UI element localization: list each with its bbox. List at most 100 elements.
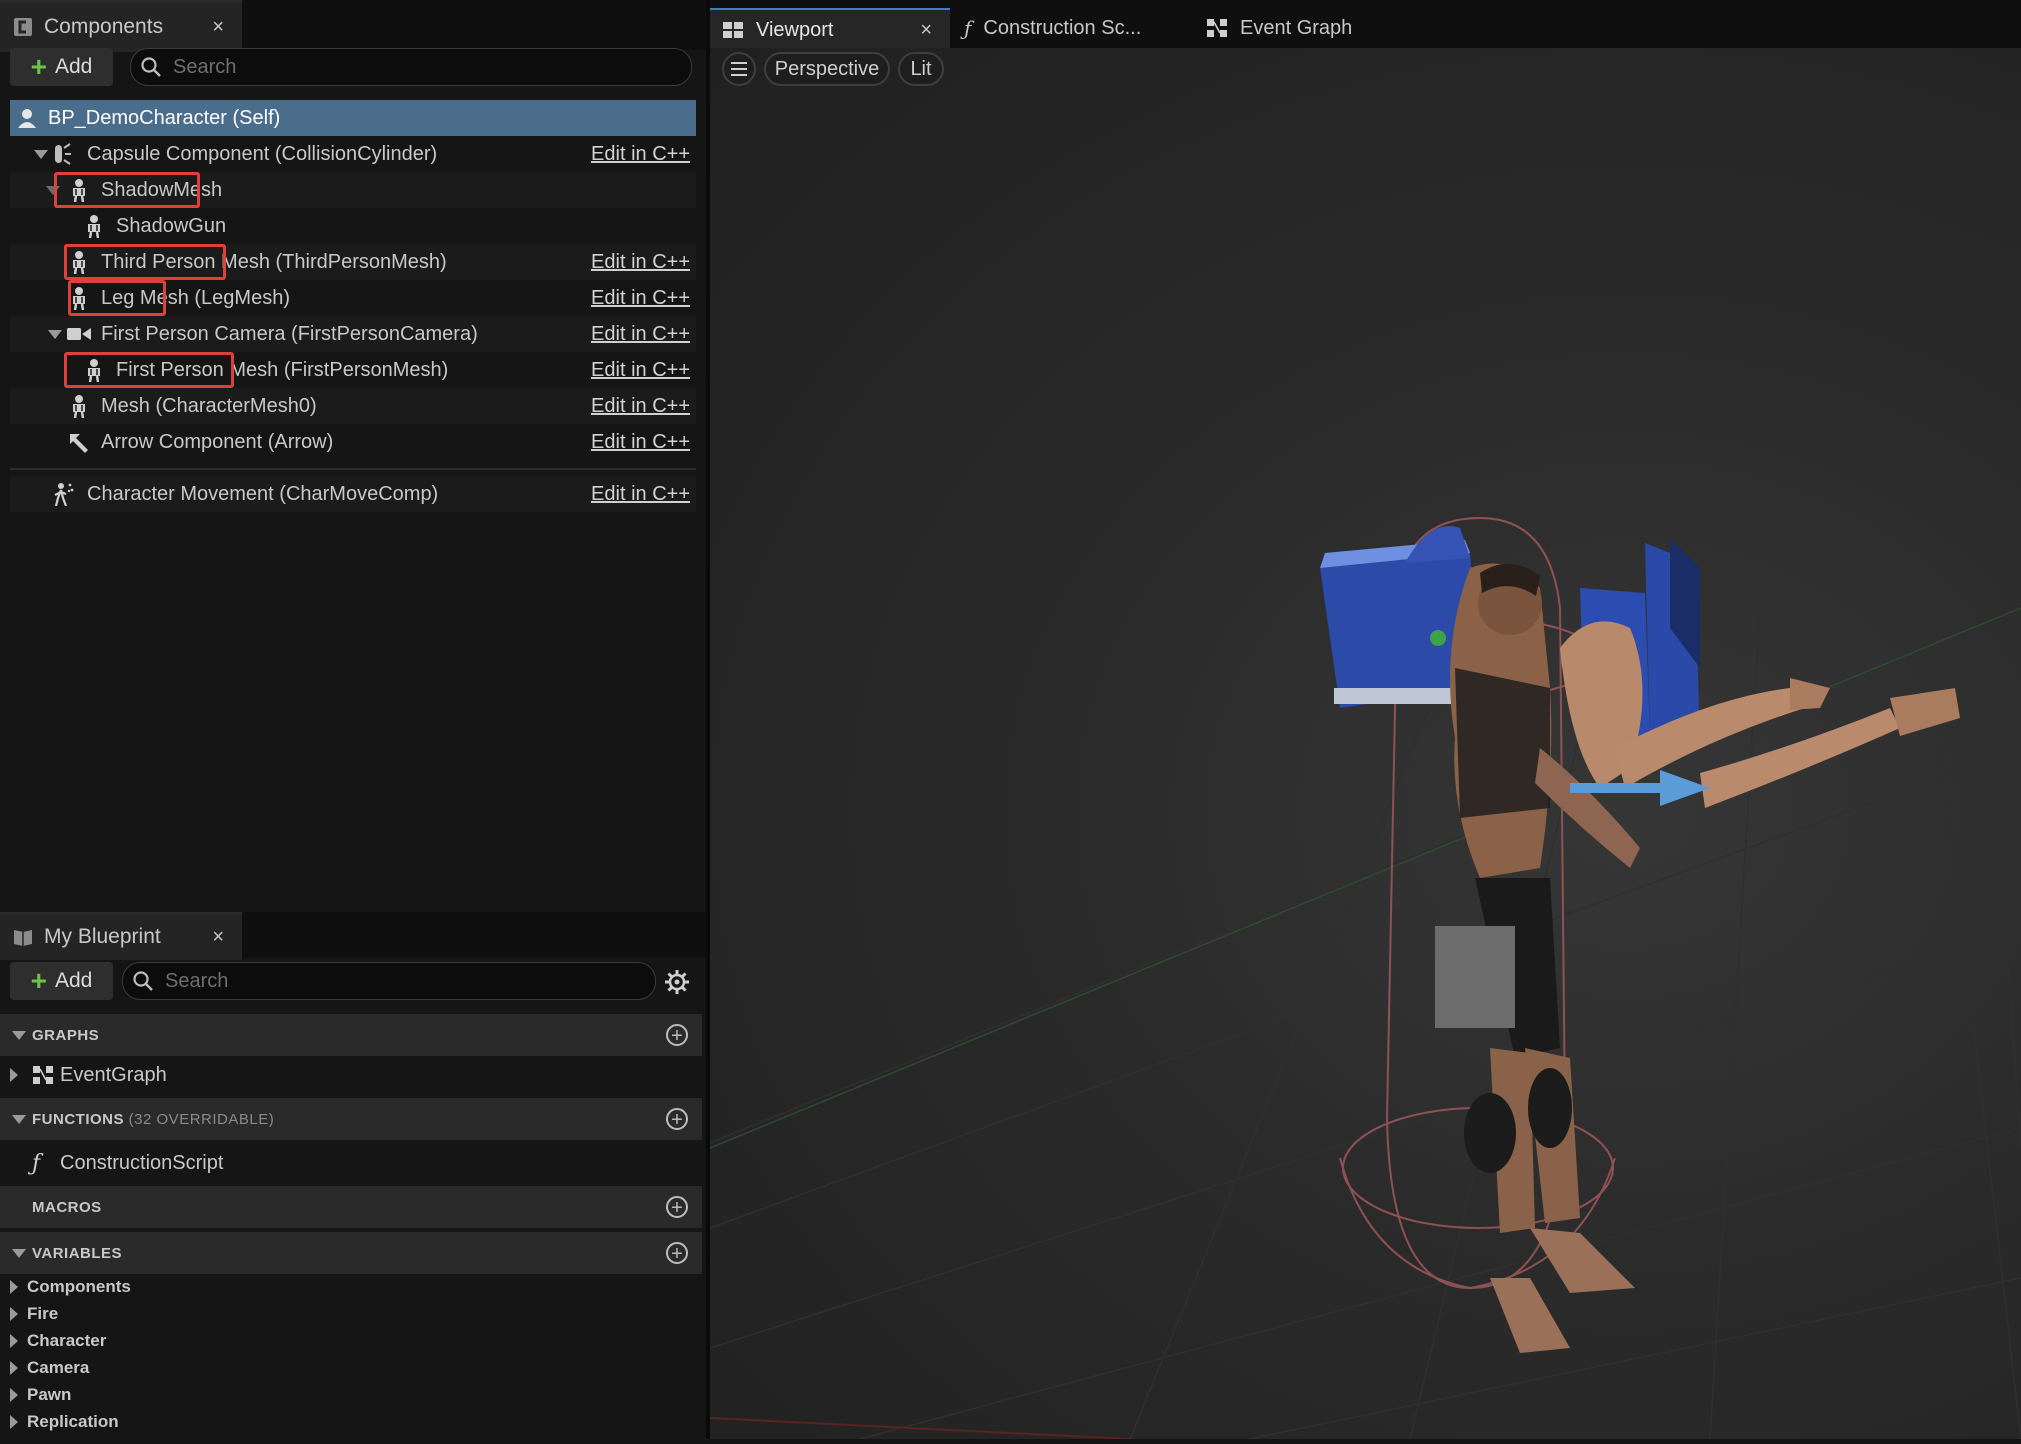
section-functions[interactable]: FUNCTIONS (32 OVERRIDABLE) + xyxy=(0,1098,702,1140)
edit-in-cpp-link[interactable]: Edit in C++ xyxy=(591,395,690,418)
tree-label: Arrow Component (Arrow) xyxy=(101,430,334,453)
tree-label: Capsule Component (CollisionCylinder) xyxy=(87,142,438,165)
highlight-box xyxy=(54,172,200,208)
chevron-down-icon[interactable] xyxy=(12,1030,26,1040)
tab-construction-script[interactable]: ƒ Construction Sc... xyxy=(952,8,1182,48)
gear-icon[interactable] xyxy=(665,970,689,994)
hamburger-icon xyxy=(731,62,747,76)
add-graph-icon[interactable]: + xyxy=(666,1024,688,1046)
close-icon[interactable]: × xyxy=(212,16,224,39)
arrow-component-icon xyxy=(70,434,88,453)
tree-row-mesh[interactable]: Mesh (CharacterMesh0) Edit in C++ xyxy=(10,388,696,424)
chevron-right-icon[interactable] xyxy=(10,1361,18,1375)
tab-label: Viewport xyxy=(756,18,834,41)
viewport-panel: Viewport × ƒ Construction Sc... Event Gr… xyxy=(709,0,2021,1440)
section-title: VARIABLES xyxy=(32,1244,123,1262)
add-blueprint-item-button[interactable]: + Add xyxy=(10,962,113,1000)
add-macro-icon[interactable]: + xyxy=(666,1196,688,1218)
highlight-box xyxy=(68,280,166,316)
function-icon: ƒ xyxy=(964,16,972,40)
tree-row-self[interactable]: BP_DemoCharacter (Self) xyxy=(10,100,696,136)
self-icon xyxy=(18,109,36,128)
tree-label: ShadowGun xyxy=(116,214,227,237)
variable-category-label: Replication xyxy=(27,1412,119,1431)
section-title: FUNCTIONS (32 OVERRIDABLE) xyxy=(32,1110,275,1128)
highlight-box xyxy=(64,244,226,280)
function-item-constructionscript[interactable]: ƒ ConstructionScript xyxy=(0,1144,702,1182)
function-item-label: ConstructionScript xyxy=(60,1151,224,1174)
viewport-scene[interactable]: Perspective Lit xyxy=(709,48,2021,1440)
edit-in-cpp-link[interactable]: Edit in C++ xyxy=(591,359,690,382)
section-graphs[interactable]: GRAPHS + xyxy=(0,1014,702,1056)
tab-viewport[interactable]: Viewport × xyxy=(710,8,950,50)
skeletal-mesh-icon xyxy=(88,215,100,238)
tab-event-graph[interactable]: Event Graph xyxy=(1194,8,1394,48)
edit-in-cpp-link[interactable]: Edit in C++ xyxy=(591,483,690,506)
search-placeholder: Search xyxy=(173,55,237,78)
chevron-down-icon[interactable] xyxy=(34,150,48,159)
tree-label: Mesh (CharacterMesh0) xyxy=(101,394,317,417)
close-icon[interactable]: × xyxy=(920,19,932,42)
edit-in-cpp-link[interactable]: Edit in C++ xyxy=(591,431,690,454)
perspective-button[interactable]: Perspective xyxy=(764,52,890,86)
left-column: Components × + Add Search BP_DemoCharact… xyxy=(0,0,706,1439)
edit-in-cpp-link[interactable]: Edit in C++ xyxy=(591,323,690,346)
plus-icon: + xyxy=(30,51,47,82)
character-movement-icon xyxy=(54,483,74,506)
chevron-right-icon[interactable] xyxy=(10,1388,18,1402)
graph-item-eventgraph[interactable]: EventGraph xyxy=(0,1056,702,1094)
event-graph-icon xyxy=(1207,19,1227,37)
highlight-box xyxy=(64,352,234,388)
chevron-right-icon[interactable] xyxy=(10,1415,18,1429)
blueprint-search-input[interactable]: Search xyxy=(122,962,656,1000)
capsule-icon xyxy=(55,143,71,165)
variable-category-label: Character xyxy=(27,1331,107,1350)
tree-row-charactermovement[interactable]: Character Movement (CharMoveComp) Edit i… xyxy=(10,476,696,512)
my-blueprint-tab[interactable]: My Blueprint × xyxy=(0,912,242,960)
edit-in-cpp-link[interactable]: Edit in C++ xyxy=(591,287,690,310)
viewport-icon xyxy=(723,22,743,38)
search-icon xyxy=(141,57,161,77)
camera-icon xyxy=(67,328,91,340)
section-variables[interactable]: VARIABLES + xyxy=(0,1232,702,1274)
section-title: GRAPHS xyxy=(32,1026,100,1044)
edit-in-cpp-link[interactable]: Edit in C++ xyxy=(591,143,690,166)
components-search-input[interactable]: Search xyxy=(130,48,692,86)
chevron-right-icon[interactable] xyxy=(10,1280,18,1294)
first-person-arms xyxy=(1560,621,1960,808)
components-tabbar: Components × xyxy=(0,0,706,52)
chevron-down-icon[interactable] xyxy=(12,1114,26,1124)
add-function-icon[interactable]: + xyxy=(666,1108,688,1130)
function-icon: ƒ xyxy=(32,1150,41,1176)
lit-button[interactable]: Lit xyxy=(898,52,944,86)
chevron-down-icon[interactable] xyxy=(12,1248,26,1258)
tree-row-shadowgun[interactable]: ShadowGun xyxy=(10,208,696,244)
chevron-down-icon[interactable] xyxy=(48,330,62,339)
tab-label: Construction Sc... xyxy=(983,16,1142,39)
my-blueprint-tab-label: My Blueprint xyxy=(44,925,161,948)
variable-category-label: Components xyxy=(27,1277,131,1296)
chevron-right-icon[interactable] xyxy=(10,1068,18,1082)
add-variable-icon[interactable]: + xyxy=(666,1242,688,1264)
variable-category-label: Fire xyxy=(27,1304,59,1323)
section-title: MACROS xyxy=(32,1198,102,1216)
tree-label: Character Movement (CharMoveComp) xyxy=(87,482,439,505)
viewport-menu-button[interactable] xyxy=(722,52,756,86)
chevron-right-icon[interactable] xyxy=(10,1307,18,1321)
search-icon xyxy=(133,971,153,991)
chevron-right-icon[interactable] xyxy=(10,1334,18,1348)
close-icon[interactable]: × xyxy=(212,926,224,949)
section-macros[interactable]: MACROS + xyxy=(0,1186,702,1228)
event-graph-icon xyxy=(33,1066,53,1084)
tree-row-arrow[interactable]: Arrow Component (Arrow) Edit in C++ xyxy=(10,424,696,460)
tree-row-firstpersoncamera[interactable]: First Person Camera (FirstPersonCamera) … xyxy=(10,316,696,352)
edit-in-cpp-link[interactable]: Edit in C++ xyxy=(591,251,690,274)
add-label: Add xyxy=(54,969,93,992)
tree-label: BP_DemoCharacter (Self) xyxy=(48,106,281,129)
components-tab[interactable]: Components × xyxy=(0,0,242,52)
tree-row-capsule[interactable]: Capsule Component (CollisionCylinder) Ed… xyxy=(10,136,696,172)
add-label: Add xyxy=(54,55,93,78)
search-placeholder: Search xyxy=(165,969,229,992)
add-component-button[interactable]: + Add xyxy=(10,48,113,86)
editor-tabbar: Viewport × ƒ Construction Sc... Event Gr… xyxy=(710,0,2021,50)
